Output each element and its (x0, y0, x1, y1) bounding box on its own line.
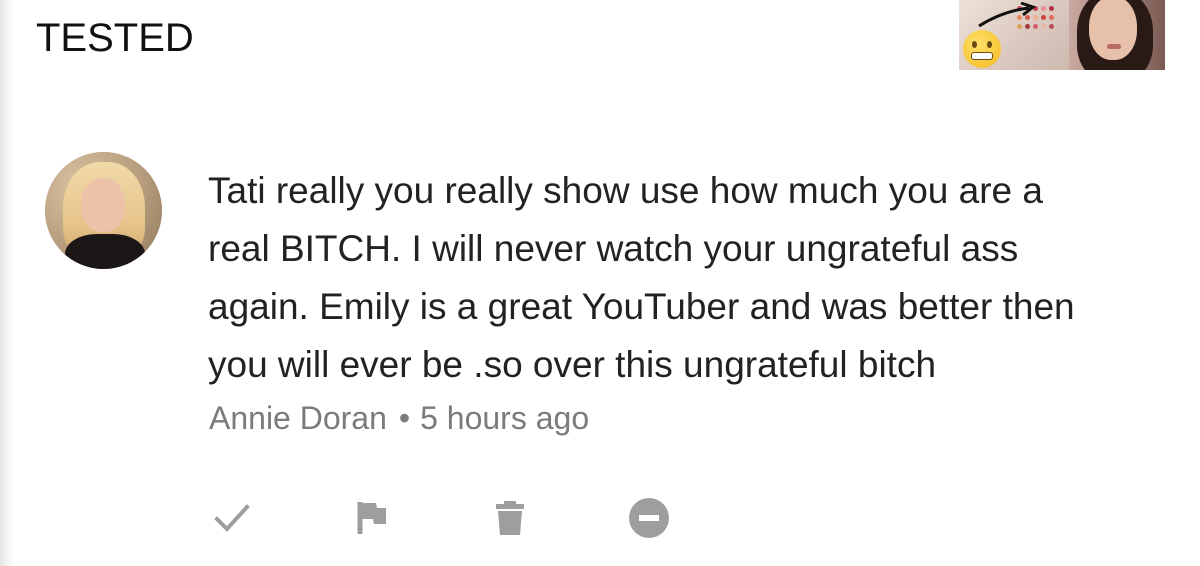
trash-icon (496, 501, 524, 535)
comment-line: Tati really you really show use how much… (208, 170, 1043, 211)
meta-separator: • (398, 400, 411, 436)
grimacing-emoji-icon (963, 30, 1001, 68)
check-icon (214, 504, 250, 532)
thumbnail-person-lips (1107, 44, 1121, 49)
comment-line: real BITCH. I will never watch your ungr… (208, 228, 1019, 269)
ban-user-button[interactable] (625, 494, 673, 542)
minus-circle-icon (629, 498, 669, 538)
commenter-avatar[interactable] (45, 152, 162, 269)
comment-timestamp: 5 hours ago (420, 400, 590, 436)
comment-line: again. Emily is a great YouTuber and was… (208, 286, 1075, 327)
approve-button[interactable] (208, 494, 256, 542)
comment-text: Tati really you really show use how much… (208, 162, 1168, 394)
flag-icon (357, 502, 386, 534)
arrow-graphic (978, 2, 1037, 28)
comment-line: you will ever be .so over this ungratefu… (208, 344, 937, 385)
avatar-body (65, 234, 145, 269)
delete-button[interactable] (486, 494, 534, 542)
comment-author[interactable]: Annie Doran (209, 400, 387, 436)
video-thumbnail[interactable] (959, 0, 1165, 70)
thumbnail-person-face (1089, 0, 1137, 60)
video-title[interactable]: TESTED (36, 14, 194, 62)
page-edge-shadow (0, 0, 14, 566)
comment-meta: Annie Doran • 5 hours ago (209, 398, 589, 438)
avatar-face (81, 178, 125, 232)
flag-button[interactable] (348, 494, 396, 542)
